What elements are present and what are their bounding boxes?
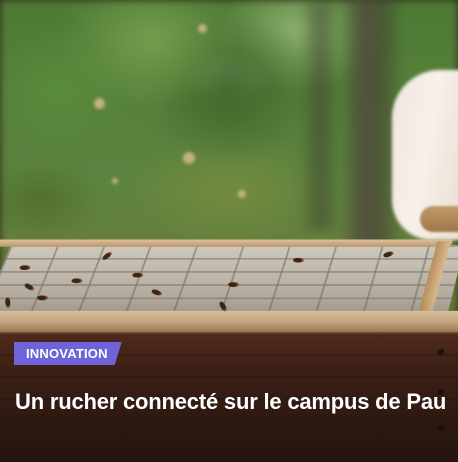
article-title[interactable]: Un rucher connecté sur le campus de Pau [15,388,450,416]
article-card[interactable]: INNOVATION Un rucher connecté sur le cam… [0,0,458,462]
category-badge[interactable]: INNOVATION [14,342,122,365]
